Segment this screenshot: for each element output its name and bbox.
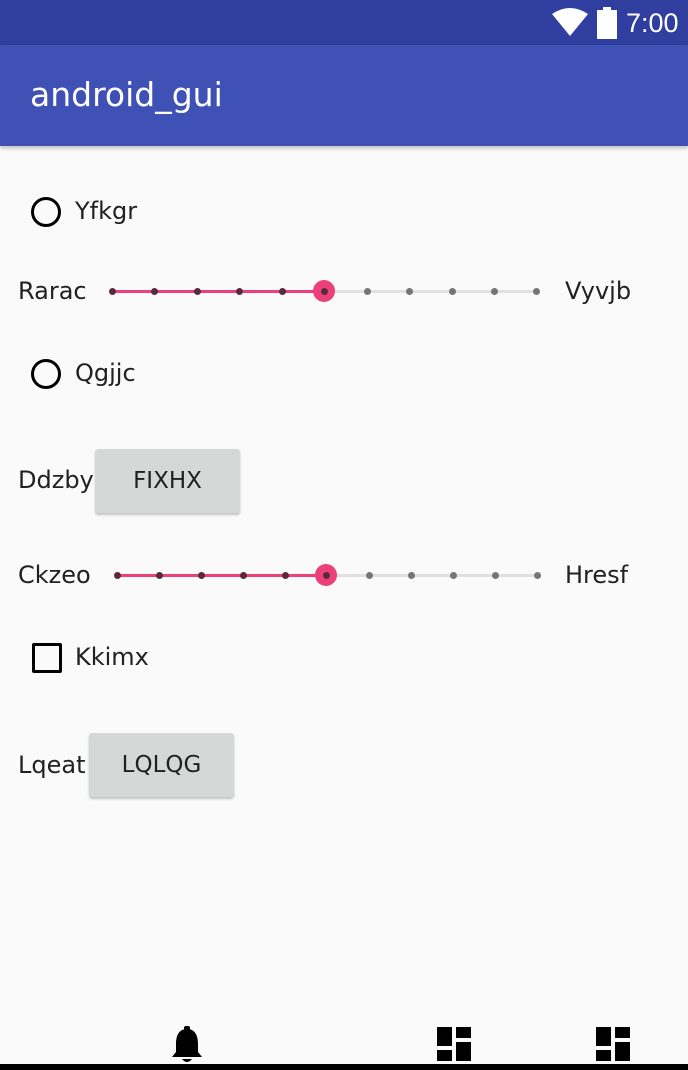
slider-2-fill	[117, 574, 326, 577]
button-row-1-label: Ddzby	[18, 466, 94, 494]
slider-1-thumb-dot	[321, 288, 328, 295]
checkbox-kkimx[interactable]	[32, 643, 62, 673]
slider-1-tick	[406, 288, 413, 295]
slider-1-tick	[449, 288, 456, 295]
clock: 7:00	[626, 8, 679, 38]
radio-qgjjc-label[interactable]: Qgjjc	[75, 358, 136, 388]
slider-1-right-label: Vyvjb	[565, 277, 632, 305]
radio-yfkgr[interactable]	[31, 197, 61, 227]
slider-2-tick	[156, 572, 163, 579]
lqlqg-button[interactable]: LQLQG	[89, 733, 234, 797]
dashboard-icon[interactable]	[437, 1027, 471, 1061]
slider-2-left-label: Ckzeo	[18, 561, 91, 589]
slider-2-thumb-dot	[323, 572, 330, 579]
slider-1-fill	[112, 290, 324, 293]
slider-1-left-label: Rarac	[18, 277, 87, 305]
slider-2-right-label: Hresf	[565, 561, 629, 589]
slider-1-tick	[194, 288, 201, 295]
checkbox-kkimx-label[interactable]: Kkimx	[75, 642, 149, 672]
slider-1-tick	[491, 288, 498, 295]
slider-1-tick	[151, 288, 158, 295]
slider-1-tick	[109, 288, 116, 295]
slider-2-tick	[492, 572, 499, 579]
app-title: android_gui	[30, 75, 223, 114]
slider-1-tick	[533, 288, 540, 295]
app-bar: android_gui	[0, 45, 688, 146]
button-row-2-label: Lqeat	[18, 751, 86, 779]
slider-2-tick	[114, 572, 121, 579]
bottom-edge	[0, 1064, 688, 1070]
battery-icon	[597, 7, 617, 39]
fixhx-button[interactable]: FIXHX	[95, 449, 240, 513]
radio-qgjjc[interactable]	[31, 359, 61, 389]
slider-2-tick	[198, 572, 205, 579]
bell-icon[interactable]	[171, 1026, 203, 1064]
slider-2-tick	[366, 572, 373, 579]
wifi-icon	[552, 8, 588, 36]
slider-2-tick	[450, 572, 457, 579]
slider-1[interactable]	[108, 276, 542, 306]
dashboard-icon[interactable]	[596, 1027, 630, 1061]
slider-1-tick	[279, 288, 286, 295]
status-bar: 7:00	[0, 0, 688, 45]
slider-1-tick	[364, 288, 371, 295]
slider-1-tick	[236, 288, 243, 295]
radio-yfkgr-label[interactable]: Yfkgr	[75, 196, 137, 226]
slider-2-tick	[240, 572, 247, 579]
slider-2-tick	[282, 572, 289, 579]
slider-2-tick	[534, 572, 541, 579]
slider-2[interactable]	[113, 560, 542, 590]
slider-2-tick	[408, 572, 415, 579]
